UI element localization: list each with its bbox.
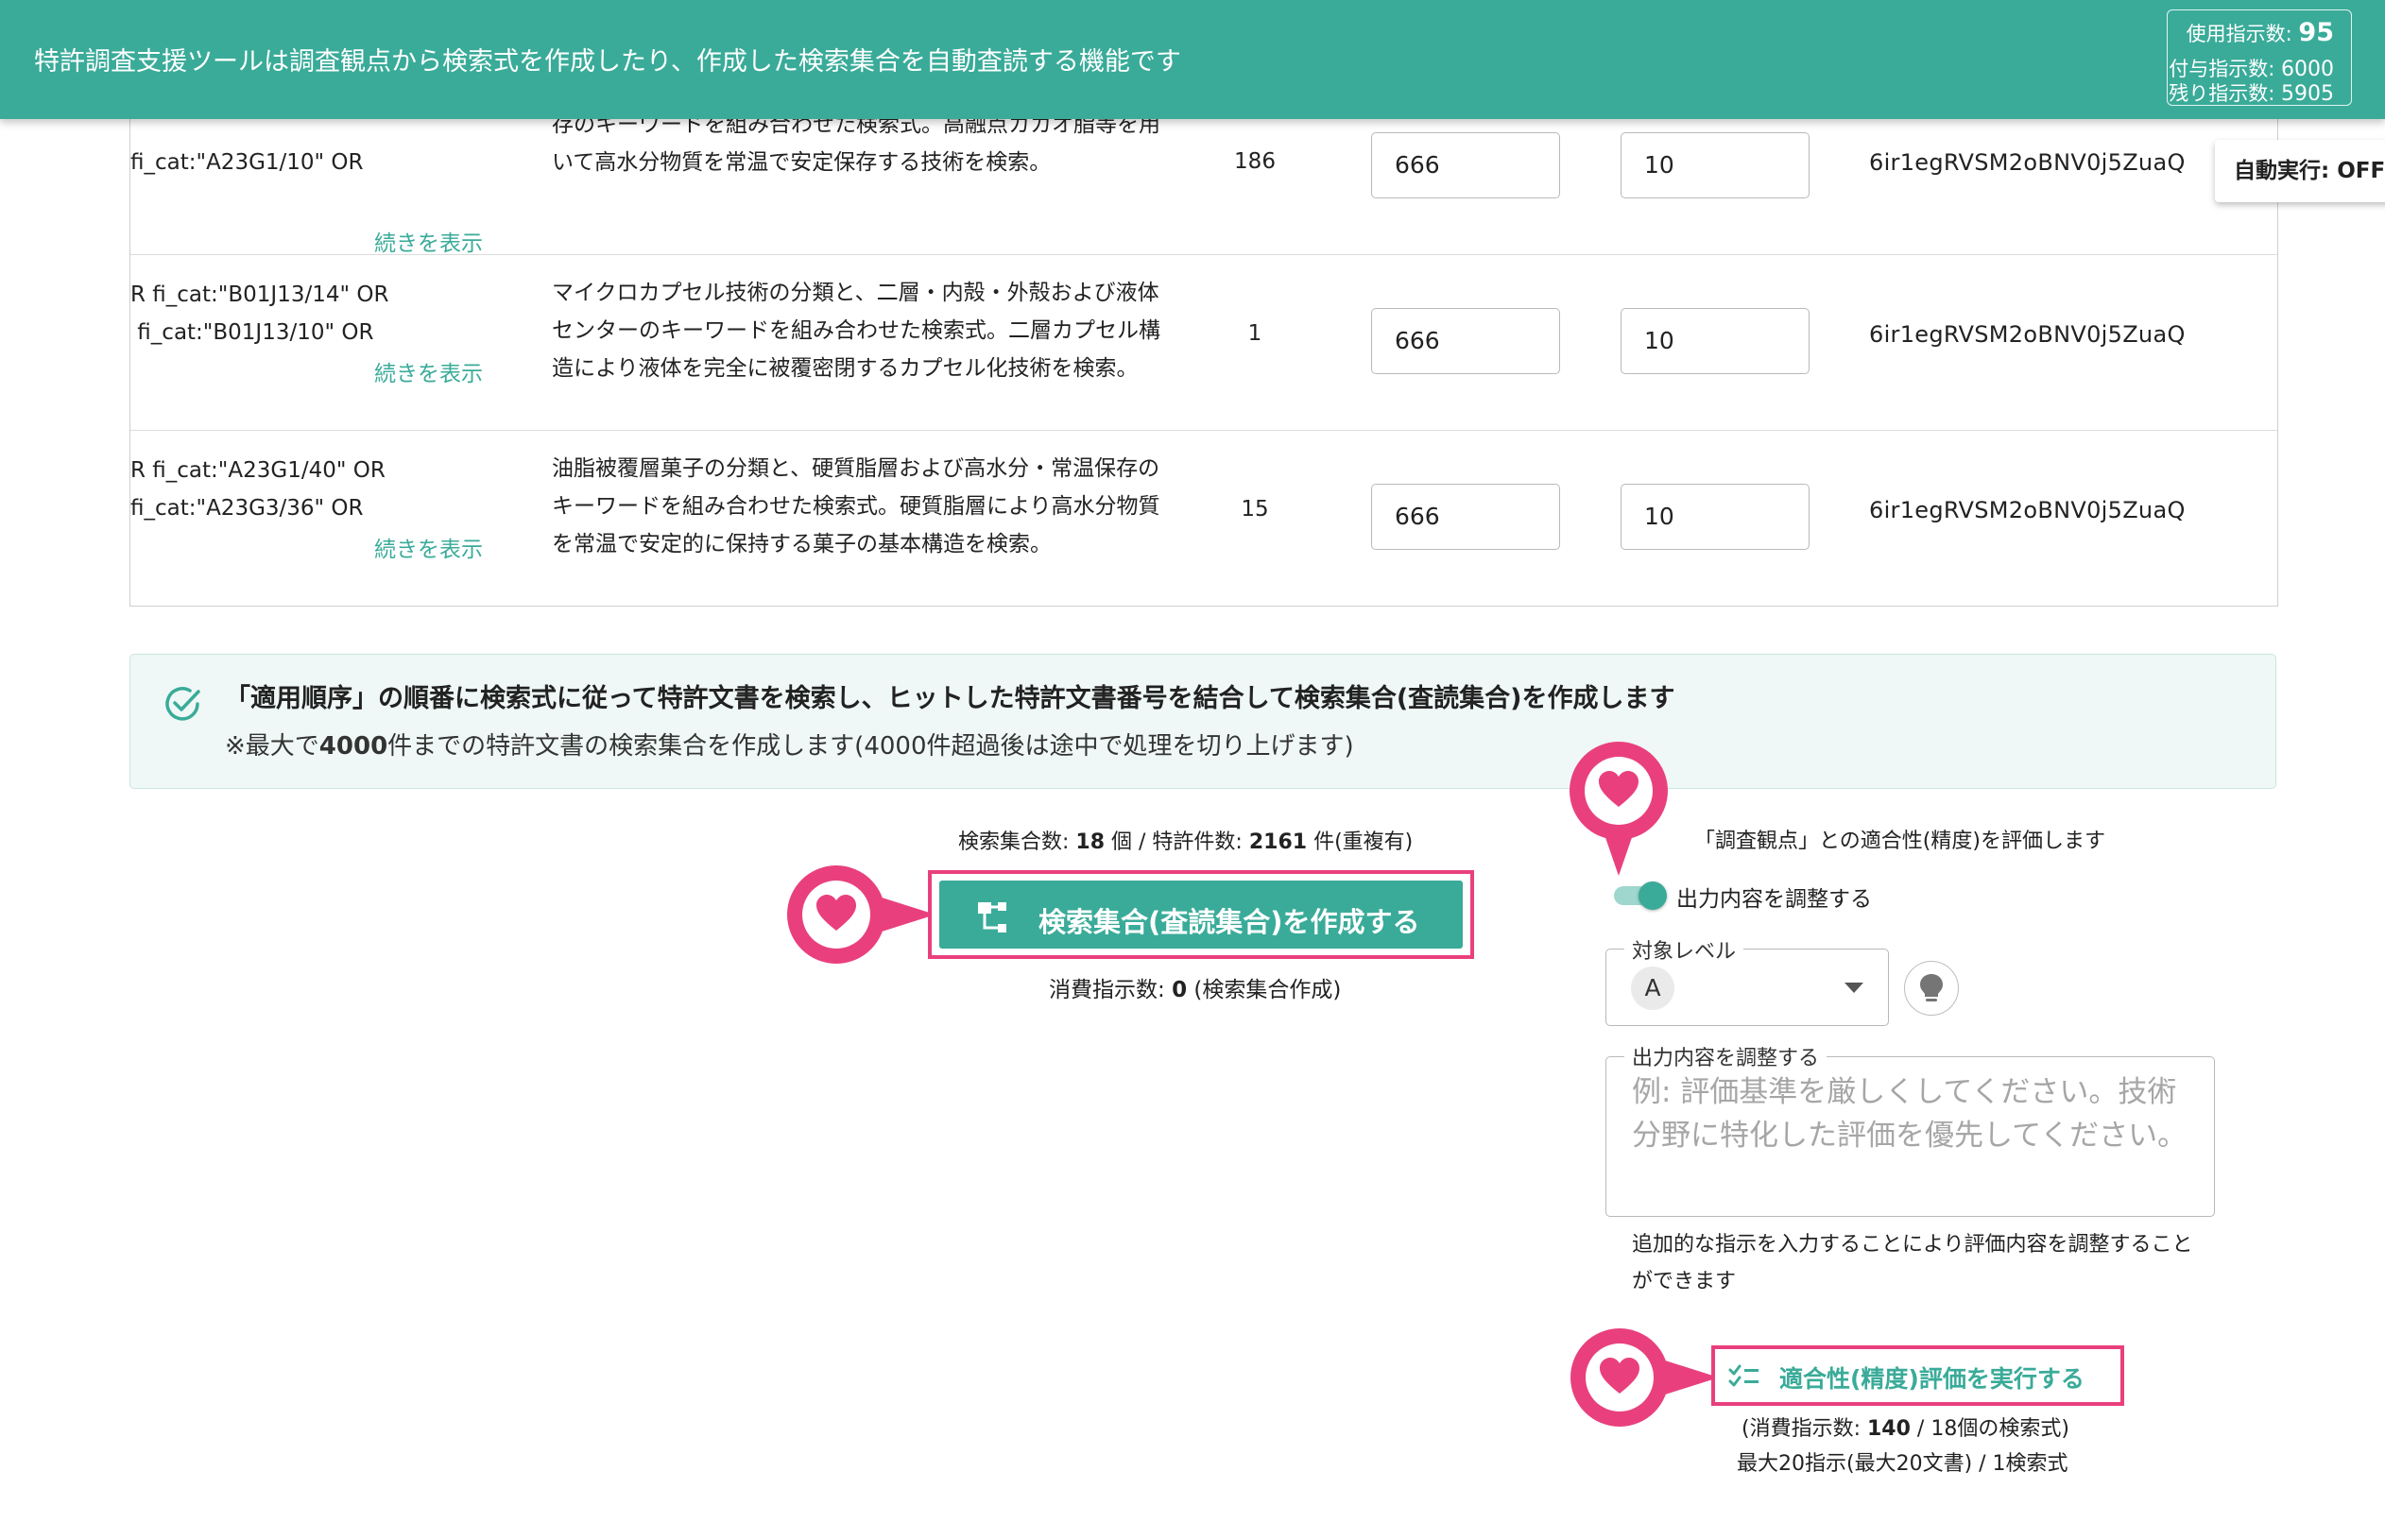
- header-title: 特許調査支援ツールは調査観点から検索式を作成したり、作成した検索集合を自動査読す…: [34, 47, 1181, 77]
- limit-input[interactable]: 666: [1371, 484, 1560, 550]
- app-header: 特許調査支援ツールは調査観点から検索式を作成したり、作成した検索集合を自動査読す…: [0, 0, 2385, 119]
- order-input[interactable]: 10: [1621, 132, 1810, 198]
- usage-counter: 使用指示数: 95 付与指示数: 6000 残り指示数: 5905: [2167, 9, 2352, 106]
- query-id: 6ir1egRVSM2oBNV0j5ZuaQ: [1869, 321, 2186, 348]
- evaluation-consumption: (消費指示数: 140 / 18個の検索式): [1742, 1417, 2069, 1441]
- limit-input[interactable]: 666: [1371, 132, 1560, 198]
- order-input[interactable]: 10: [1621, 484, 1810, 550]
- table-row: R fi_cat:"A23G1/40" OR fi_cat:"A23G3/36"…: [130, 430, 2277, 606]
- toggle-label: 出力内容を調整する: [1676, 887, 1872, 912]
- order-input[interactable]: 10: [1621, 308, 1810, 374]
- show-more-link[interactable]: 続きを表示: [374, 531, 483, 563]
- create-collection-button[interactable]: 検索集合(査読集合)を作成する: [939, 881, 1463, 949]
- hit-count: 1: [1247, 321, 1262, 346]
- adjust-placeholder: 例: 評価基準を厳しくしてください。技術分野に特化した評価を優先してください。: [1632, 1075, 2188, 1153]
- auto-exec-toggle[interactable]: 自動実行: OFF: [2215, 140, 2385, 202]
- query-description: 油脂被覆層菓子の分類と、硬質脂層および高水分・常温保存のキーワードを組み合わせた…: [552, 456, 1160, 556]
- query-description: マイクロカプセル技術の分類と、二層・内殻・外殻および液体センターのキーワードを組…: [552, 281, 1160, 381]
- adjust-output-toggle[interactable]: [1612, 881, 1667, 910]
- checklist-icon: [1728, 1364, 1759, 1387]
- adjust-help-text: 追加的な指示を入力することにより評価内容を調整することができます: [1632, 1233, 2193, 1293]
- heart-marker-icon: [787, 865, 935, 964]
- table-row: R fi_cat:"B01J13/14" OR fi_cat:"B01J13/1…: [130, 254, 2277, 430]
- level-legend: 対象レベル: [1624, 934, 1744, 965]
- create-button-label: 検索集合(査読集合)を作成する: [1038, 906, 1420, 938]
- collection-stats: 検索集合数: 18 個 / 特許件数: 2161 件(重複有): [958, 830, 1414, 854]
- query-text: R fi_cat:"B01J13/14" OR fi_cat:"B01J13/1…: [130, 282, 389, 345]
- hint-button[interactable]: [1904, 961, 1959, 1016]
- adjust-legend: 出力内容を調整する: [1624, 1041, 1827, 1071]
- adjust-output-textarea[interactable]: 例: 評価基準を厳しくしてください。技術分野に特化した評価を優先してください。: [1605, 1056, 2215, 1217]
- info-banner: 「適用順序」の順番に検索式に従って特許文書を検索し、ヒットした特許文書番号を結合…: [129, 654, 2276, 789]
- check-circle-icon: [165, 687, 200, 721]
- show-more-link[interactable]: 続きを表示: [374, 225, 483, 257]
- query-id: 6ir1egRVSM2oBNV0j5ZuaQ: [1869, 497, 2186, 523]
- info-main-text: 「適用順序」の順番に検索式に従って特許文書を検索し、ヒットした特許文書番号を結合…: [225, 684, 1675, 713]
- query-id: 6ir1egRVSM2oBNV0j5ZuaQ: [1869, 149, 2186, 176]
- hit-count: 186: [1234, 149, 1276, 174]
- hit-count: 15: [1241, 497, 1269, 522]
- remaining-count: 残り指示数: 5905: [2169, 82, 2334, 106]
- heart-marker-icon: [1570, 742, 1668, 876]
- lightbulb-icon: [1920, 974, 1943, 1001]
- create-consumption: 消費指示数: 0 (検索集合作成): [1049, 978, 1342, 1002]
- query-table: fi_cat:"A23G1/10" OR 続きを表示 存のキーワードを組み合わせ…: [129, 112, 2278, 607]
- limit-input[interactable]: 666: [1371, 308, 1560, 374]
- evaluation-title: 「調査観点」との適合性(精度)を評価します: [1694, 830, 2105, 853]
- heart-marker-icon: [1570, 1328, 1719, 1427]
- toggle-knob: [1639, 881, 1667, 910]
- query-text: R fi_cat:"A23G1/40" OR fi_cat:"A23G3/36"…: [130, 458, 386, 521]
- query-text: fi_cat:"A23G1/10" OR: [130, 150, 364, 175]
- run-evaluation-button[interactable]: 適合性(精度)評価を実行する: [1711, 1345, 2124, 1406]
- show-more-link[interactable]: 続きを表示: [374, 355, 483, 387]
- run-evaluation-label: 適合性(精度)評価を実行する: [1779, 1365, 2085, 1393]
- info-sub-text: ※最大で4000件までの特許文書の検索集合を作成します(4000件超過後は途中で…: [225, 732, 1354, 761]
- chevron-down-icon: [1845, 983, 1863, 993]
- hierarchy-icon: [978, 902, 1006, 933]
- create-collection-frame: 検索集合(査読集合)を作成する: [928, 870, 1474, 959]
- level-chip: A: [1631, 967, 1674, 1010]
- used-count: 使用指示数: 95: [2186, 18, 2334, 47]
- evaluation-max-note: 最大20指示(最大20文書) / 1検索式: [1737, 1452, 2068, 1476]
